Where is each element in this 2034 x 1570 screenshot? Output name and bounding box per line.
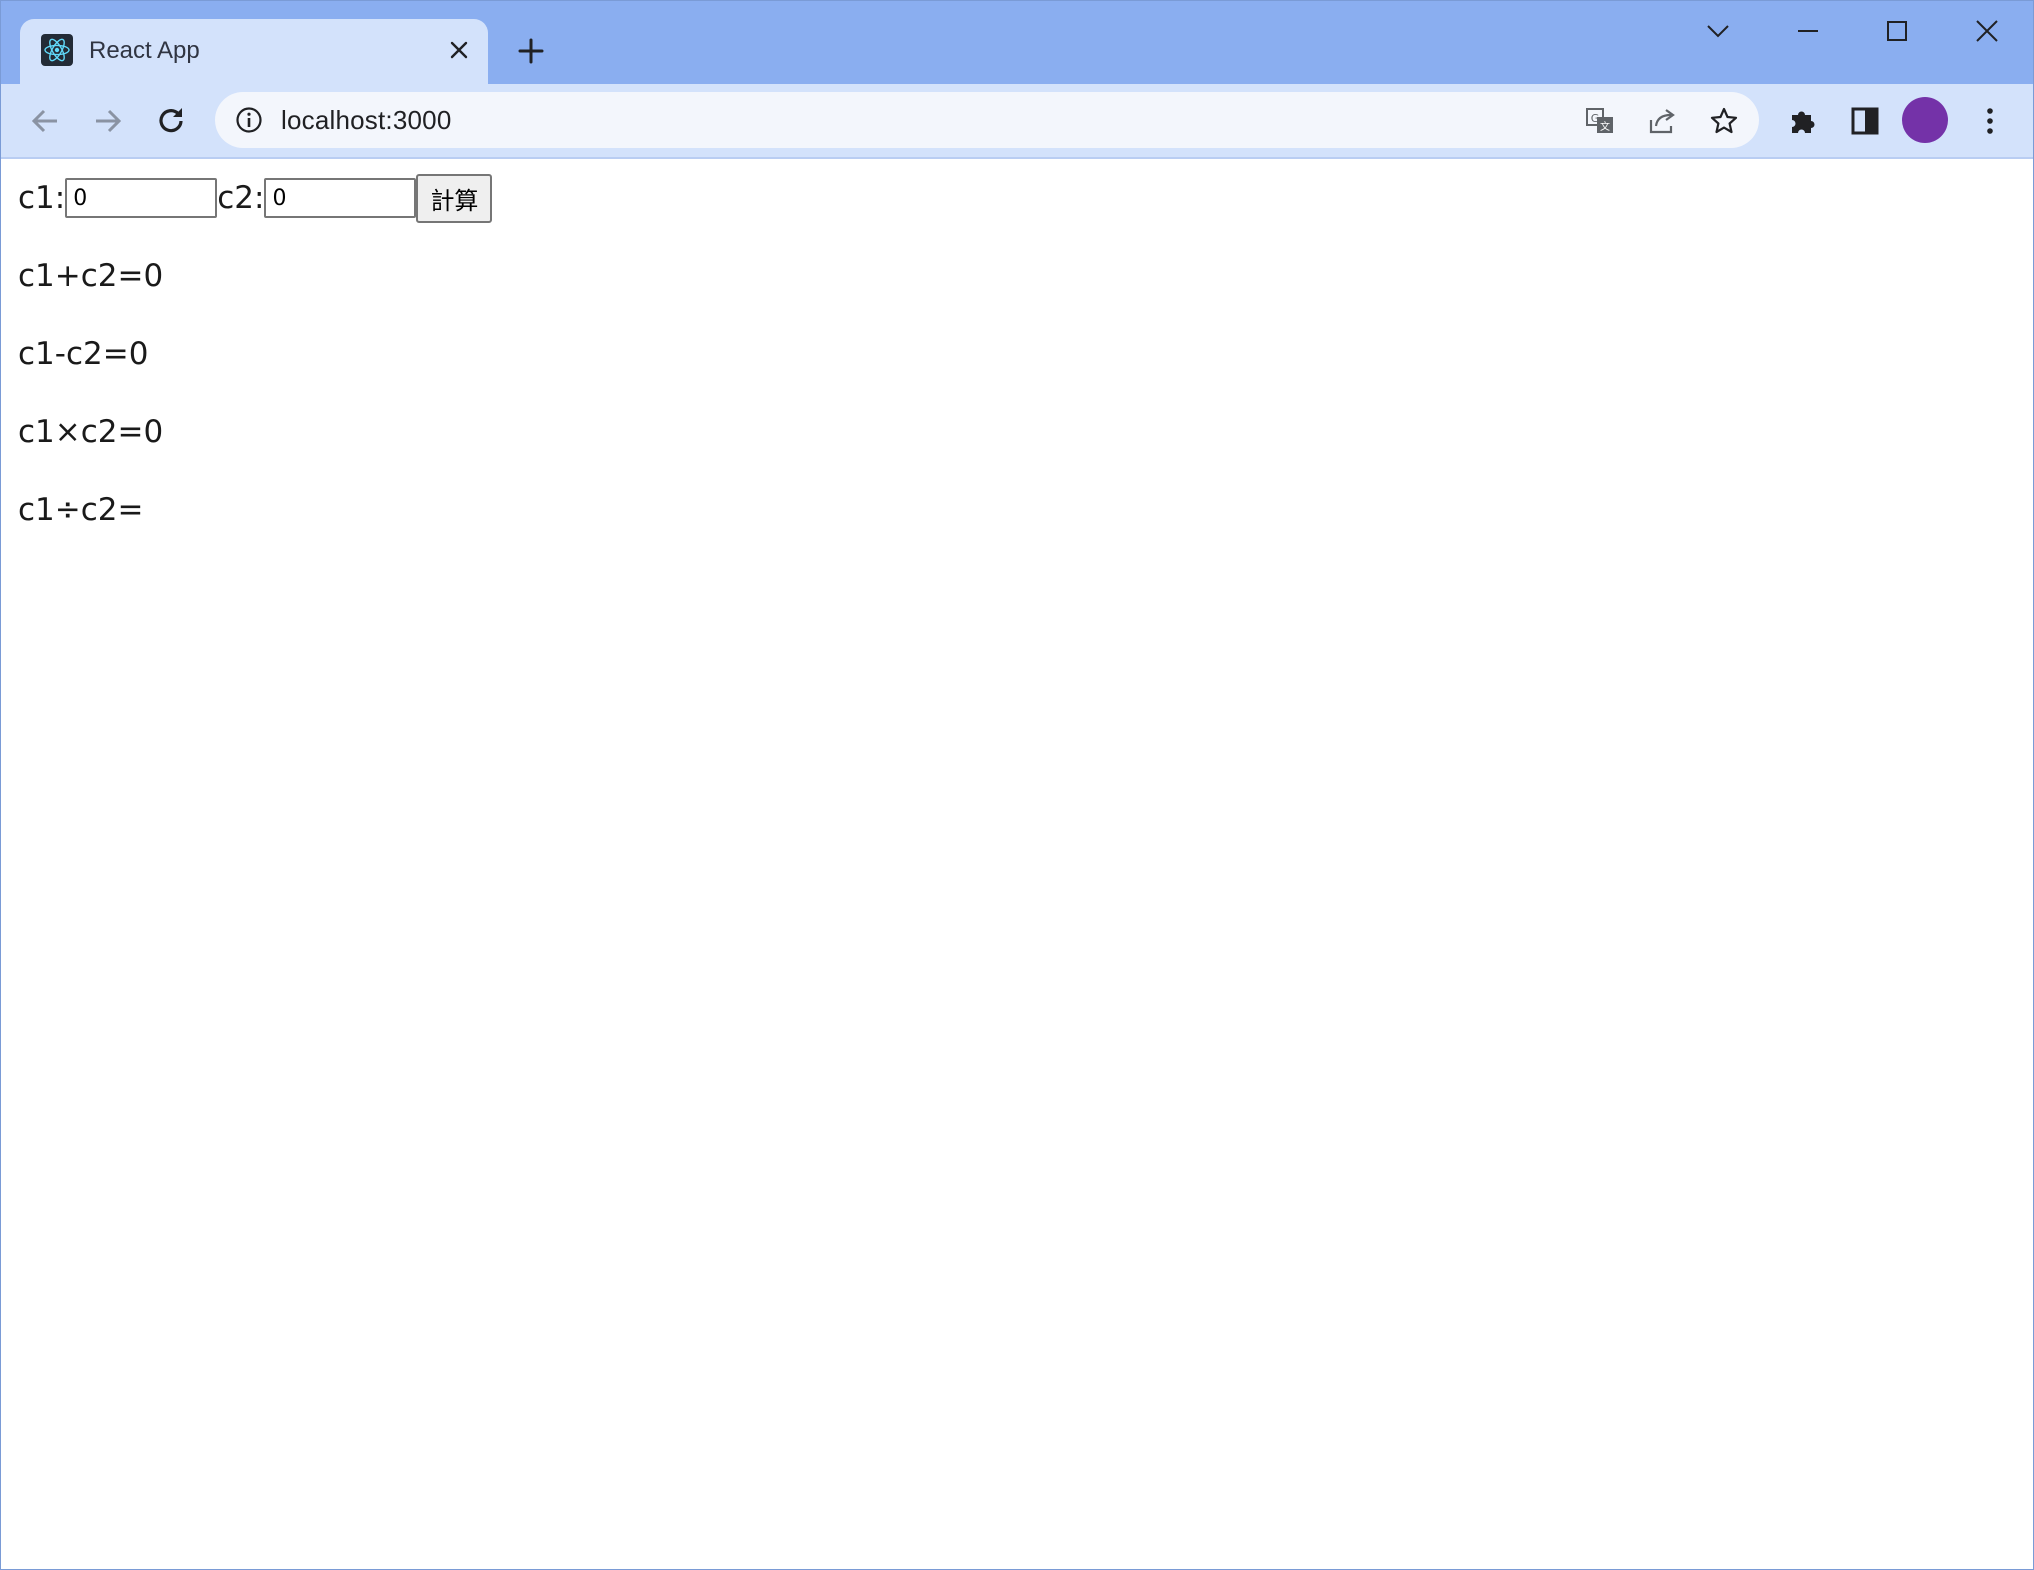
react-icon [41, 34, 73, 66]
svg-text:文: 文 [1600, 120, 1610, 133]
side-panel-icon[interactable] [1844, 100, 1886, 142]
url-text: localhost:3000 [281, 105, 452, 135]
share-icon[interactable] [1645, 104, 1679, 138]
result-add: c1+c2=0 [18, 258, 164, 294]
maximize-icon[interactable] [1875, 9, 1919, 53]
more-vert-icon[interactable] [1969, 100, 2011, 142]
c1-input[interactable] [65, 178, 218, 218]
minimize-icon[interactable] [1786, 9, 1830, 53]
tab-title: React App [89, 37, 200, 64]
tab-strip: React App [1, 1, 2033, 84]
close-window-icon[interactable] [1965, 9, 2009, 53]
result-subtract: c1-c2=0 [18, 336, 149, 372]
new-tab-plus-icon[interactable] [511, 31, 551, 71]
c2-input[interactable] [264, 178, 417, 218]
page-content: c1: c2: 計算 c1+c2=0 c1-c2=0 c1×c2=0 c1÷c2… [1, 159, 2033, 1569]
address-bar[interactable]: localhost:3000 G 文 [215, 92, 1759, 148]
result-divide: c1÷c2= [18, 492, 144, 528]
tab-search-chevron-down-icon[interactable] [1696, 9, 1740, 53]
c2-label: c2: [217, 180, 265, 216]
calculate-button[interactable]: 計算 [416, 173, 493, 223]
browser-toolbar: localhost:3000 G 文 [1, 84, 2033, 159]
forward-arrow-icon[interactable] [87, 100, 129, 142]
tab-close-icon[interactable] [444, 35, 474, 65]
tab-react-app[interactable]: React App [20, 19, 488, 84]
star-icon[interactable] [1707, 104, 1741, 138]
translate-icon[interactable]: G 文 [1583, 104, 1617, 138]
reload-icon[interactable] [150, 100, 192, 142]
profile-avatar[interactable] [1902, 97, 1948, 143]
back-arrow-icon[interactable] [24, 100, 66, 142]
calc-form: c1: c2: 計算 [18, 173, 493, 223]
c1-label: c1: [18, 180, 66, 216]
browser-window: React App localhost:3000 G 文 c1: 0 c2: 0… [0, 0, 2034, 1570]
result-multiply: c1×c2=0 [18, 414, 164, 450]
puzzle-icon[interactable] [1781, 100, 1823, 142]
info-icon[interactable] [235, 106, 263, 134]
